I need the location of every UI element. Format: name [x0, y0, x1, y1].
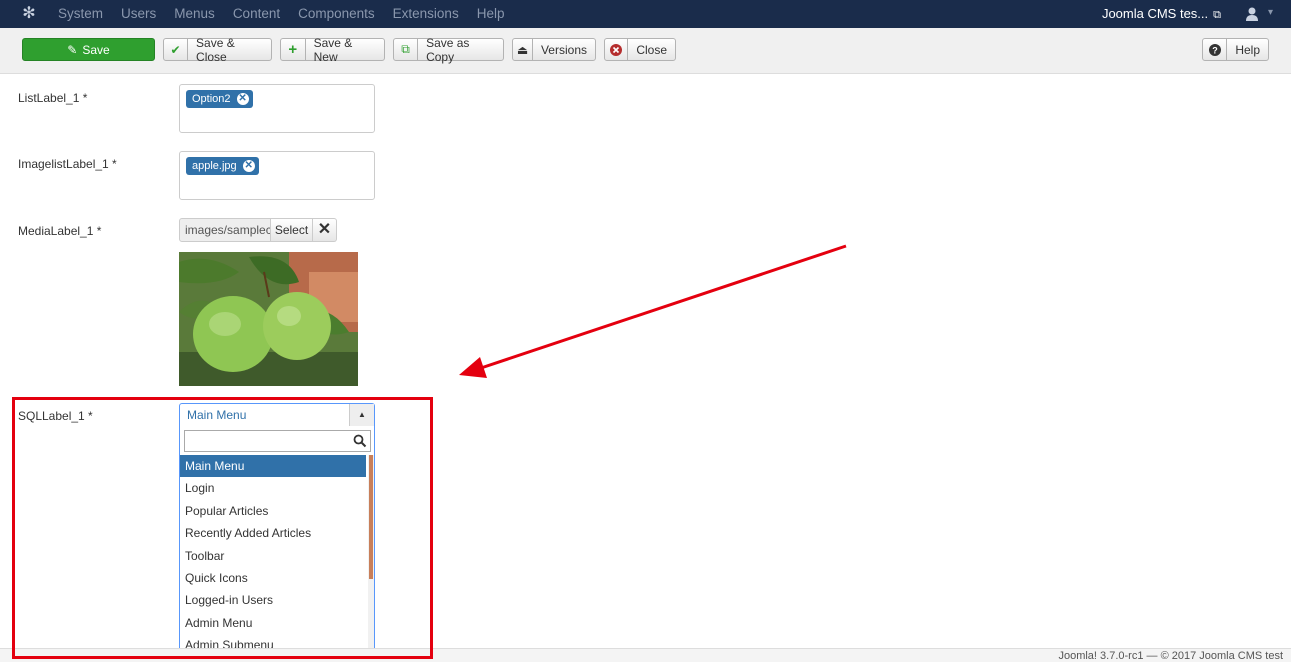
- save-button[interactable]: ✎ Save: [22, 38, 155, 61]
- menu-content[interactable]: Content: [233, 0, 280, 28]
- highlight-annotation: [12, 397, 433, 659]
- cancel-icon: [605, 39, 629, 60]
- list-tag-text: Option2: [192, 93, 231, 105]
- svg-text:?: ?: [1212, 45, 1218, 55]
- save-new-button[interactable]: + Save & New: [280, 35, 385, 64]
- media-field: images/samplec Select ✕: [179, 218, 337, 242]
- close-button[interactable]: Close: [604, 38, 676, 61]
- toolbar: ✎ Save ✔ Save & Close + Save & New ⧉ Sav…: [0, 28, 1291, 74]
- top-navbar: ✻ System Users Menus Content Components …: [0, 0, 1291, 28]
- site-link[interactable]: Joomla CMS tes... ⧉: [1102, 0, 1221, 29]
- site-name: Joomla CMS tes...: [1101, 6, 1209, 21]
- media-path-input[interactable]: images/samplec: [179, 218, 271, 242]
- imagelist-tag-text: apple.jpg: [192, 160, 237, 172]
- versions-label: Versions: [540, 42, 587, 57]
- plus-icon: +: [281, 39, 306, 60]
- menu-menus[interactable]: Menus: [174, 0, 215, 28]
- save-copy-label: Save as Copy: [426, 35, 470, 64]
- help-label: Help: [1235, 42, 1260, 57]
- menu-help[interactable]: Help: [477, 0, 505, 28]
- check-icon: ✔: [164, 39, 189, 60]
- list-field-label: ListLabel_1 *: [18, 91, 88, 105]
- imagelist-selected-tag: apple.jpg ✕: [186, 157, 259, 175]
- joomla-logo-icon[interactable]: ✻: [20, 5, 38, 23]
- external-link-icon: ⧉: [1213, 9, 1221, 21]
- imagelist-field-label: ImagelistLabel_1 *: [18, 157, 117, 171]
- chevron-down-icon[interactable]: ▾: [1268, 7, 1273, 18]
- edit-icon: ✎: [67, 42, 78, 57]
- media-select-button[interactable]: Select: [271, 218, 313, 242]
- save-label: Save: [82, 42, 110, 57]
- save-copy-button[interactable]: ⧉ Save as Copy: [393, 35, 504, 64]
- save-close-label: Save & Close: [196, 35, 235, 64]
- close-label: Close: [636, 42, 667, 57]
- user-icon[interactable]: [1245, 6, 1259, 22]
- menu-components[interactable]: Components: [298, 0, 375, 28]
- remove-tag-icon[interactable]: ✕: [242, 160, 255, 172]
- media-preview-image: [179, 252, 358, 386]
- list-multiselect[interactable]: Option2 ✕: [179, 84, 375, 133]
- menu-extensions[interactable]: Extensions: [393, 0, 459, 28]
- help-button[interactable]: ? Help: [1202, 38, 1269, 61]
- copy-icon: ⧉: [394, 39, 419, 60]
- media-clear-button[interactable]: ✕: [313, 218, 337, 242]
- media-field-label: MediaLabel_1 *: [18, 224, 102, 238]
- archive-icon: ⏏: [513, 39, 533, 60]
- version-text: Joomla! 3.7.0-rc1 — © 2017 Joomla CMS te…: [1058, 650, 1283, 662]
- question-icon: ?: [1203, 39, 1228, 60]
- remove-tag-icon[interactable]: ✕: [236, 93, 249, 105]
- imagelist-multiselect[interactable]: apple.jpg ✕: [179, 151, 375, 200]
- list-selected-tag: Option2 ✕: [186, 90, 253, 108]
- versions-button[interactable]: ⏏ Versions: [512, 38, 596, 61]
- menu-system[interactable]: System: [58, 0, 103, 28]
- save-close-button[interactable]: ✔ Save & Close: [163, 35, 272, 64]
- save-new-label: Save & New: [313, 35, 353, 64]
- main-menu: System Users Menus Content Components Ex…: [58, 0, 522, 28]
- menu-users[interactable]: Users: [121, 0, 156, 28]
